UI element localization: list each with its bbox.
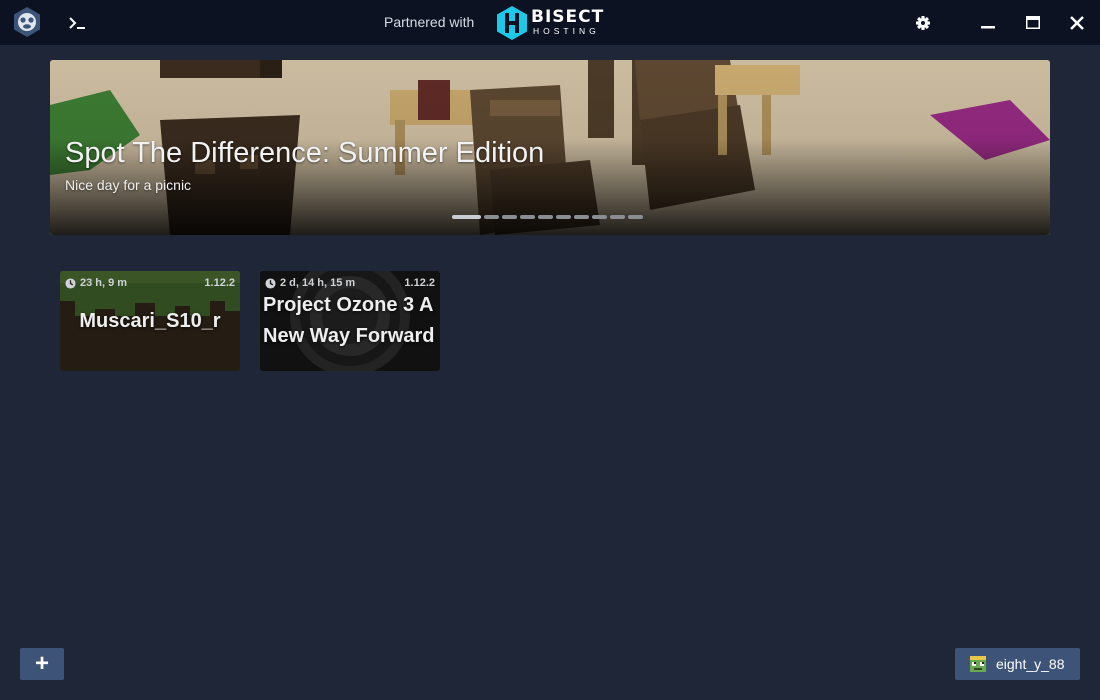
clock-icon [65, 277, 76, 289]
minimize-icon[interactable] [975, 10, 1001, 36]
instance-card[interactable]: 23 h, 9 m 1.12.2 Muscari_S10_r [60, 271, 240, 371]
close-icon[interactable] [1064, 10, 1090, 36]
carousel-dot[interactable] [574, 215, 589, 219]
carousel-dot[interactable] [502, 215, 517, 219]
account-button[interactable]: eight_y_88 [955, 648, 1080, 680]
carousel-dot[interactable] [538, 215, 553, 219]
title-bar: Partnered with BISECT HOSTING [0, 0, 1100, 45]
carousel-dots [452, 215, 643, 220]
terminal-icon[interactable] [64, 10, 90, 36]
partner-text: Partnered with [384, 14, 475, 30]
instance-played-time-text: 23 h, 9 m [80, 277, 128, 289]
news-subtitle: Nice day for a picnic [65, 177, 192, 193]
carousel-dot[interactable] [610, 215, 625, 219]
gdlauncher-logo-icon[interactable] [11, 6, 43, 38]
instance-played-time: 23 h, 9 m [65, 277, 127, 289]
bisect-hosting-logo[interactable]: BISECT HOSTING [495, 5, 620, 41]
instance-version: 1.12.2 [404, 277, 435, 289]
bisect-brand-name: BISECT [531, 7, 605, 27]
maximize-icon[interactable] [1020, 10, 1046, 36]
news-banner[interactable]: Spot The Difference: Summer Edition Nice… [50, 60, 1050, 235]
clock-icon [265, 277, 276, 289]
carousel-dot[interactable] [520, 215, 535, 219]
bisect-brand-sub: HOSTING [533, 26, 600, 36]
instance-name: Project Ozone 3 A New Way Forward [263, 294, 435, 347]
instance-name: Muscari_S10_r [79, 310, 221, 332]
instance-card[interactable]: 2 d, 14 h, 15 m 1.12.2 Project Ozone 3 A… [260, 271, 440, 371]
gear-icon[interactable] [910, 10, 936, 36]
news-title: Spot The Difference: Summer Edition [65, 137, 545, 169]
instance-played-time-text: 2 d, 14 h, 15 m [280, 277, 356, 289]
carousel-dot[interactable] [452, 215, 481, 219]
carousel-dot[interactable] [628, 215, 643, 219]
carousel-dot[interactable] [592, 215, 607, 219]
avatar [970, 656, 986, 672]
add-instance-button[interactable]: + [20, 648, 64, 680]
carousel-dot[interactable] [556, 215, 571, 219]
carousel-dot[interactable] [484, 215, 499, 219]
account-name: eight_y_88 [996, 656, 1065, 672]
bisect-logo-icon [497, 6, 527, 40]
instance-played-time: 2 d, 14 h, 15 m [265, 277, 355, 289]
instance-version: 1.12.2 [204, 277, 235, 289]
